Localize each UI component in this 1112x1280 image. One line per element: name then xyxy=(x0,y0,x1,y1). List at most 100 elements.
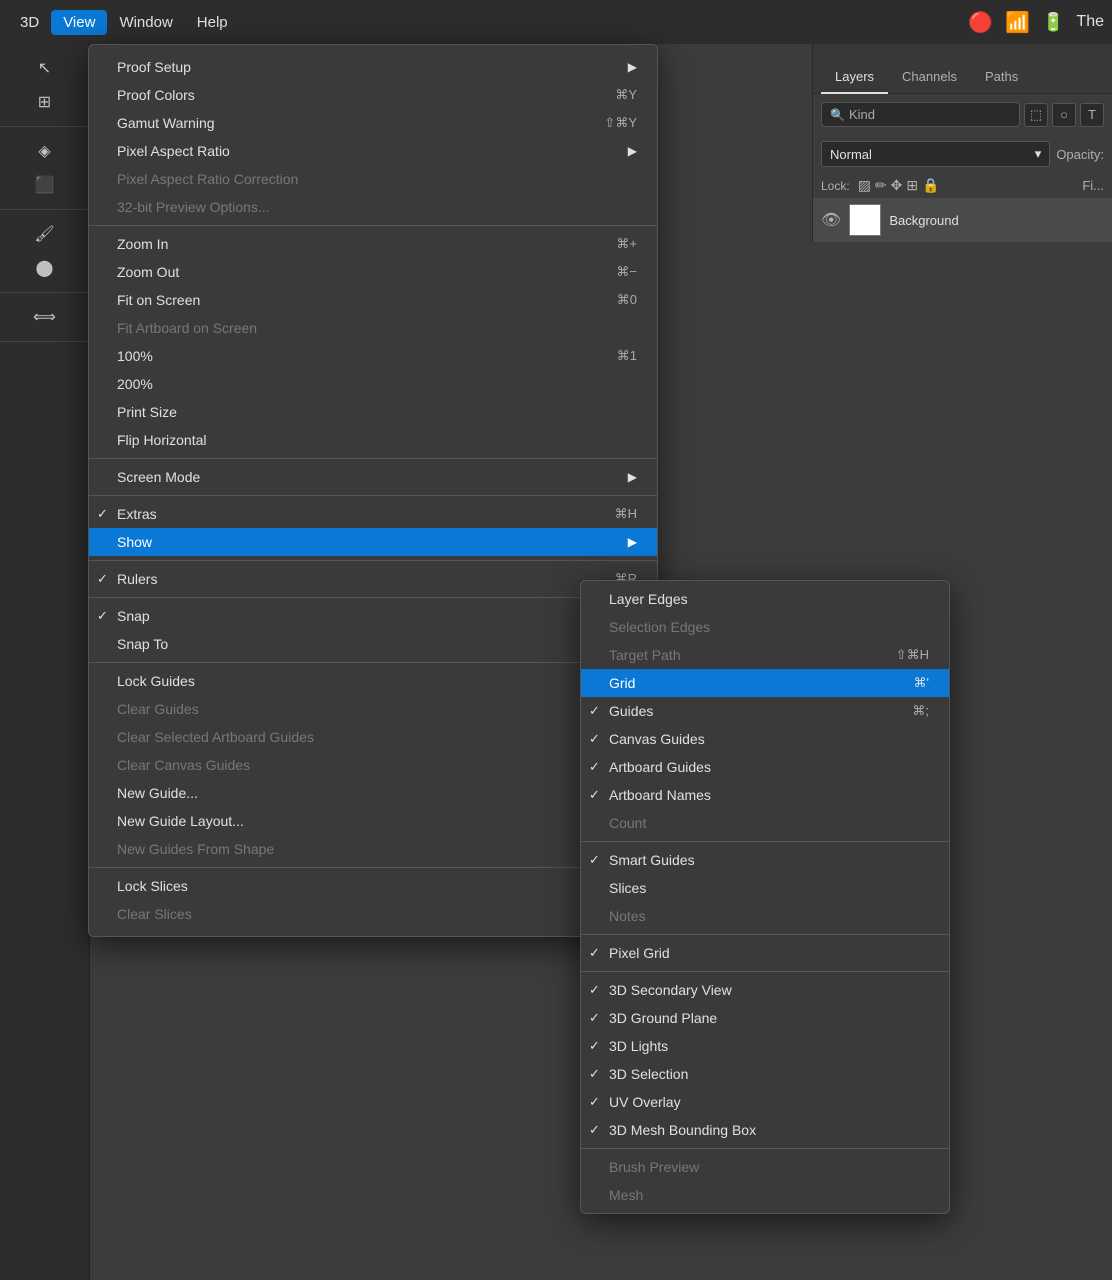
menu-32bit-preview: 32-bit Preview Options... xyxy=(89,193,657,221)
menu-lock-slices[interactable]: Lock Slices xyxy=(89,872,657,900)
menu-proof-colors[interactable]: Proof Colors ⌘Y xyxy=(89,81,657,109)
submenu-target-path: Target Path ⇧⌘H xyxy=(581,641,949,669)
filter-icon-2[interactable]: ○ xyxy=(1052,103,1076,127)
submenu-divider-2 xyxy=(581,934,949,935)
view-dropdown-menu: Proof Setup ▶ Proof Colors ⌘Y Gamut Warn… xyxy=(88,44,658,937)
menu-snap[interactable]: ✓ Snap ⇧⌘; xyxy=(89,602,657,630)
menu-snap-to[interactable]: Snap To ▶ xyxy=(89,630,657,658)
wifi-icon: 📶 xyxy=(1005,10,1030,35)
menu-item-3d[interactable]: 3D xyxy=(8,10,51,35)
layer-background[interactable]: 👁 Background xyxy=(813,198,1112,243)
menu-200[interactable]: 200% xyxy=(89,370,657,398)
lock-all-icon[interactable]: 🔒 xyxy=(922,177,939,194)
submenu-artboard-guides[interactable]: ✓ Artboard Guides xyxy=(581,753,949,781)
menu-section-guides: Lock Guides ⌥⌘; Clear Guides Clear Selec… xyxy=(89,663,657,868)
submenu-selection-edges: Selection Edges xyxy=(581,613,949,641)
menu-proof-setup[interactable]: Proof Setup ▶ xyxy=(89,53,657,81)
menu-100[interactable]: 100% ⌘1 xyxy=(89,342,657,370)
menu-clear-slices: Clear Slices xyxy=(89,900,657,928)
wifi-status-icon: 🔴 xyxy=(968,10,993,35)
submenu-notes: Notes xyxy=(581,902,949,930)
tool-brush[interactable]: 🖌 xyxy=(29,218,61,250)
left-toolbar: ↖ ⊞ ◈ ⬛ 🖌 ⬤ ⟺ xyxy=(0,44,90,1280)
menu-bar-right: 🔴 📶 🔋 The xyxy=(968,10,1104,35)
menu-clear-artboard-guides: Clear Selected Artboard Guides xyxy=(89,723,657,751)
submenu-pixel-grid[interactable]: ✓ Pixel Grid xyxy=(581,939,949,967)
the-label: The xyxy=(1076,13,1104,31)
layers-panel: Layers Channels Paths 🔍 Kind ⬚ ○ T Norma… xyxy=(812,44,1112,243)
tool-gradient[interactable]: ⬤ xyxy=(29,252,61,284)
submenu-3d-mesh-bounding-box[interactable]: ✓ 3D Mesh Bounding Box xyxy=(581,1116,949,1144)
tab-channels[interactable]: Channels xyxy=(888,61,971,94)
blend-mode-value: Normal xyxy=(830,147,872,162)
menu-section-screen: Screen Mode ▶ xyxy=(89,459,657,496)
tool-eyedropper[interactable]: ⟺ xyxy=(29,301,61,333)
lock-artboards-icon[interactable]: ⊞ xyxy=(906,177,918,194)
menu-item-window[interactable]: Window xyxy=(107,10,184,35)
submenu-artboard-names[interactable]: ✓ Artboard Names xyxy=(581,781,949,809)
toolbar-section-4: ⟺ xyxy=(0,293,89,342)
lock-position-icon[interactable]: ✥ xyxy=(891,177,903,194)
search-icon: 🔍 xyxy=(830,108,845,122)
layer-visibility-icon[interactable]: 👁 xyxy=(821,210,841,230)
submenu-layer-edges[interactable]: Layer Edges xyxy=(581,585,949,613)
menu-item-view[interactable]: View xyxy=(51,10,107,35)
menu-section-proof: Proof Setup ▶ Proof Colors ⌘Y Gamut Warn… xyxy=(89,49,657,226)
menu-extras[interactable]: ✓ Extras ⌘H xyxy=(89,500,657,528)
menu-screen-mode[interactable]: Screen Mode ▶ xyxy=(89,463,657,491)
menu-fit-artboard: Fit Artboard on Screen xyxy=(89,314,657,342)
submenu-mesh: Mesh xyxy=(581,1181,949,1209)
opacity-label: Opacity: xyxy=(1056,147,1104,162)
tool-3d[interactable]: ◈ xyxy=(29,135,61,167)
filter-icon-1[interactable]: ⬚ xyxy=(1024,103,1048,127)
submenu-3d-secondary-view[interactable]: ✓ 3D Secondary View xyxy=(581,976,949,1004)
menu-clear-canvas-guides: Clear Canvas Guides xyxy=(89,751,657,779)
submenu-guides[interactable]: ✓ Guides ⌘; xyxy=(581,697,949,725)
search-kind-label: Kind xyxy=(849,107,875,122)
submenu-3d-lights[interactable]: ✓ 3D Lights xyxy=(581,1032,949,1060)
menu-pixel-aspect-ratio[interactable]: Pixel Aspect Ratio ▶ xyxy=(89,137,657,165)
submenu-3d-selection[interactable]: ✓ 3D Selection xyxy=(581,1060,949,1088)
menu-bar: 3D View Window Help 🔴 📶 🔋 The xyxy=(0,0,1112,44)
menu-section-rulers: ✓ Rulers ⌘R xyxy=(89,561,657,598)
tab-layers[interactable]: Layers xyxy=(821,61,888,94)
tab-paths[interactable]: Paths xyxy=(971,61,1032,94)
menu-gamut-warning[interactable]: Gamut Warning ⇧⌘Y xyxy=(89,109,657,137)
menu-new-guide[interactable]: New Guide... xyxy=(89,779,657,807)
submenu-slices[interactable]: Slices xyxy=(581,874,949,902)
tool-paint[interactable]: ⬛ xyxy=(29,169,61,201)
show-submenu: Layer Edges Selection Edges Target Path … xyxy=(580,580,950,1214)
menu-lock-guides[interactable]: Lock Guides ⌥⌘; xyxy=(89,667,657,695)
menu-item-help[interactable]: Help xyxy=(185,10,240,35)
submenu-smart-guides[interactable]: ✓ Smart Guides xyxy=(581,846,949,874)
submenu-3d-ground-plane[interactable]: ✓ 3D Ground Plane xyxy=(581,1004,949,1032)
menu-section-extras: ✓ Extras ⌘H Show ▶ xyxy=(89,496,657,561)
search-box[interactable]: 🔍 Kind xyxy=(821,102,1020,127)
menu-flip-horizontal[interactable]: Flip Horizontal xyxy=(89,426,657,454)
panel-filter-icons: ⬚ ○ T xyxy=(1024,103,1104,127)
menu-show[interactable]: Show ▶ xyxy=(89,528,657,556)
menu-zoom-in[interactable]: Zoom In ⌘+ xyxy=(89,230,657,258)
submenu-uv-overlay[interactable]: ✓ UV Overlay xyxy=(581,1088,949,1116)
menu-new-guide-layout[interactable]: New Guide Layout... xyxy=(89,807,657,835)
tool-move[interactable]: ↖ xyxy=(29,52,61,84)
menu-zoom-out[interactable]: Zoom Out ⌘− xyxy=(89,258,657,286)
tool-align[interactable]: ⊞ xyxy=(29,86,61,118)
submenu-grid[interactable]: Grid ⌘' xyxy=(581,669,949,697)
filter-icon-3[interactable]: T xyxy=(1080,103,1104,127)
menu-rulers[interactable]: ✓ Rulers ⌘R xyxy=(89,565,657,593)
lock-transparent-icon[interactable]: ▨ xyxy=(858,177,871,194)
layer-name: Background xyxy=(889,213,958,228)
submenu-canvas-guides[interactable]: ✓ Canvas Guides xyxy=(581,725,949,753)
panel-tabs: Layers Channels Paths xyxy=(813,44,1112,94)
menu-section-snap: ✓ Snap ⇧⌘; Snap To ▶ xyxy=(89,598,657,663)
toolbar-section-1: ↖ ⊞ xyxy=(0,44,89,127)
menu-clear-guides: Clear Guides xyxy=(89,695,657,723)
menu-fit-screen[interactable]: Fit on Screen ⌘0 xyxy=(89,286,657,314)
blend-mode-select[interactable]: Normal ▾ xyxy=(821,141,1050,167)
lock-pixels-icon[interactable]: ✏ xyxy=(875,177,887,194)
fill-label: Fi... xyxy=(1082,178,1104,193)
submenu-divider-4 xyxy=(581,1148,949,1149)
menu-print-size[interactable]: Print Size xyxy=(89,398,657,426)
battery-icon: 🔋 xyxy=(1042,12,1064,33)
